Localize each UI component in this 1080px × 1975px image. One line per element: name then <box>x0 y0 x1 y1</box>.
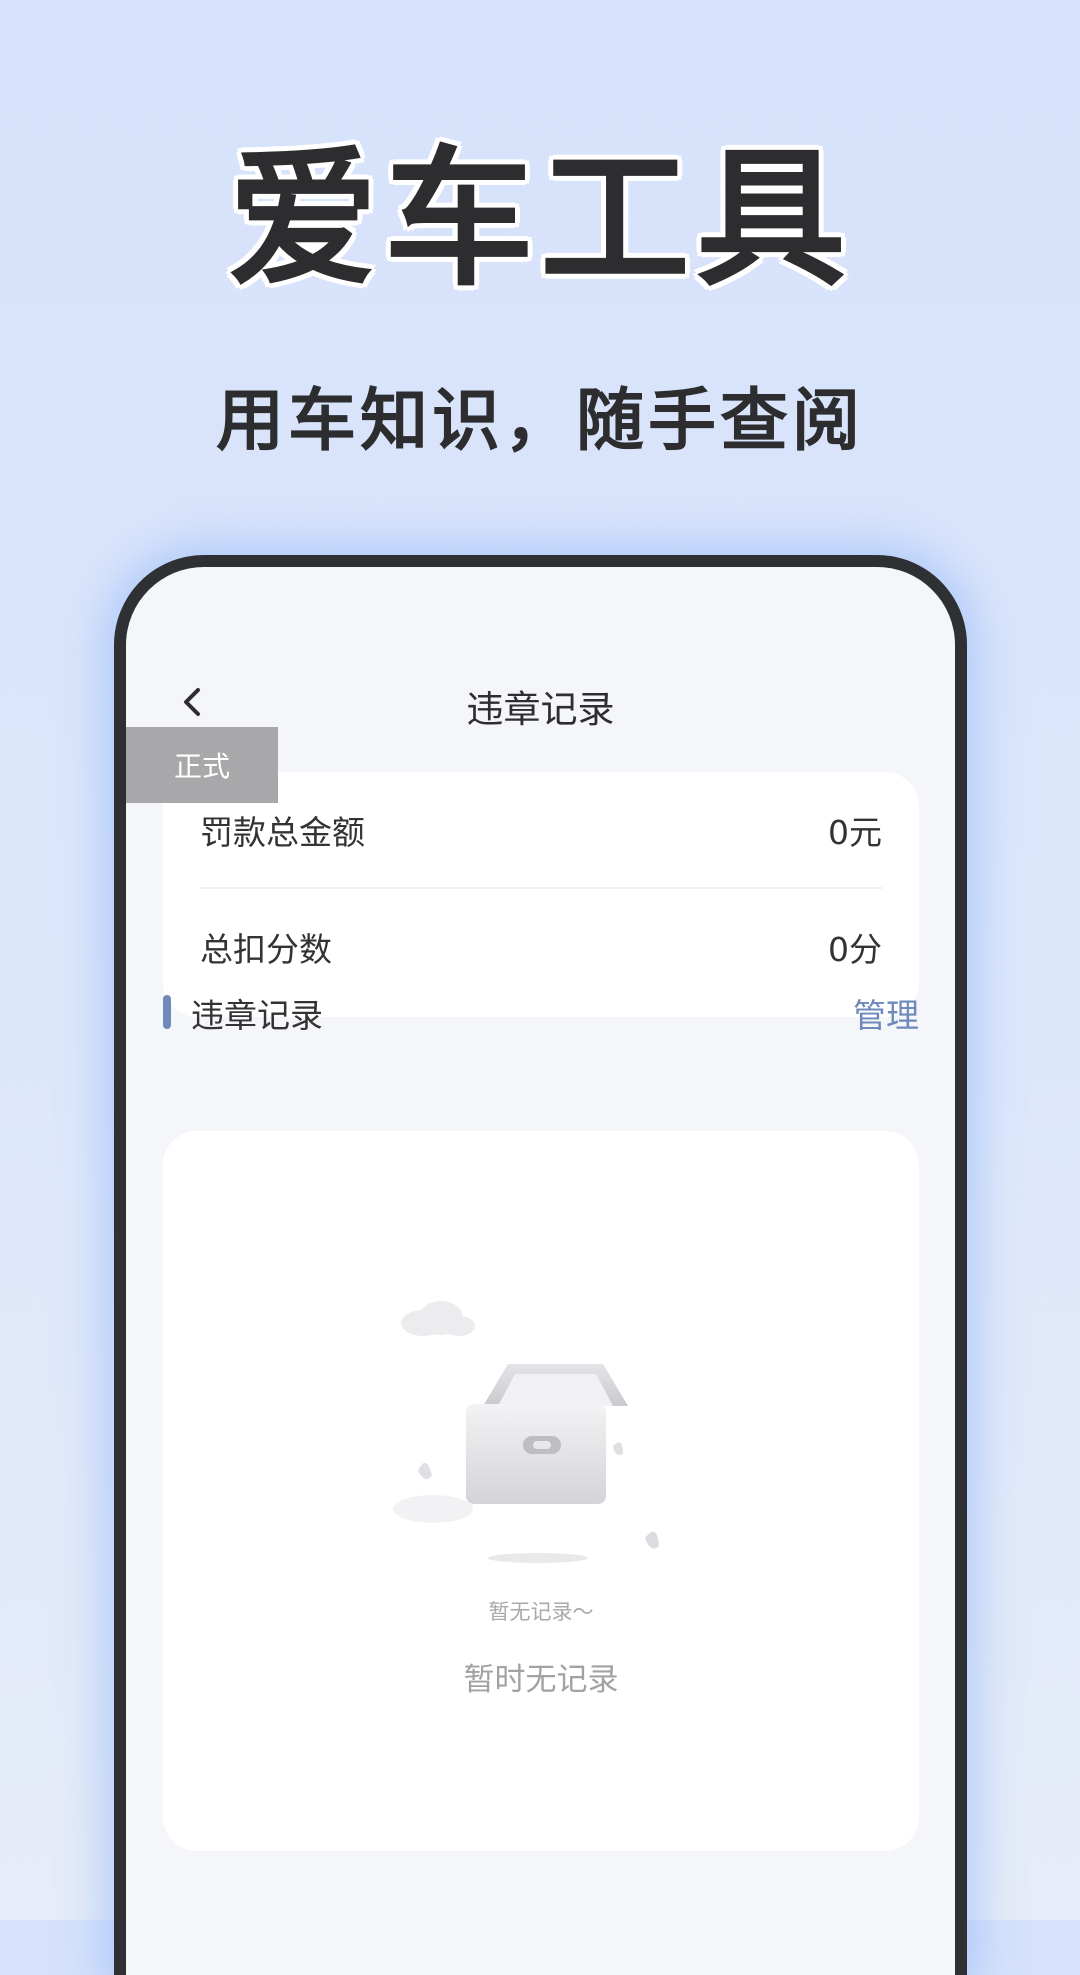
hero-subtitle: 用车知识，随手查阅 <box>215 382 864 461</box>
empty-caption: 暂时无记录 <box>463 1662 619 1698</box>
page-title: 违章记录 <box>466 688 615 731</box>
points-total-value: 0分 <box>828 929 882 969</box>
empty-box-icon <box>383 1296 693 1586</box>
summary-card: 罚款总金额 0元 总扣分数 0分 <box>163 772 919 1017</box>
records-card: 暂无记录～ 暂时无记录 <box>163 1131 919 1851</box>
section-accent-bar <box>163 995 171 1029</box>
fine-total-row: 罚款总金额 0元 <box>200 772 882 887</box>
hero-title: 爱车工具 <box>227 133 852 307</box>
fine-total-value: 0元 <box>828 812 882 852</box>
records-section-header: 违章记录 管理 <box>163 987 919 1037</box>
empty-caption-small: 暂无记录～ <box>488 1600 594 1624</box>
phone-frame: 违章记录 正式 罚款总金额 0元 总扣分数 0分 违章记录 管理 暂无记录～ 暂… <box>114 555 967 1975</box>
manage-button[interactable]: 管理 <box>853 989 919 1037</box>
points-total-label: 总扣分数 <box>200 929 332 969</box>
environment-badge: 正式 <box>126 727 278 803</box>
records-section-title: 违章记录 <box>191 996 323 1035</box>
fine-total-label: 罚款总金额 <box>200 812 365 852</box>
